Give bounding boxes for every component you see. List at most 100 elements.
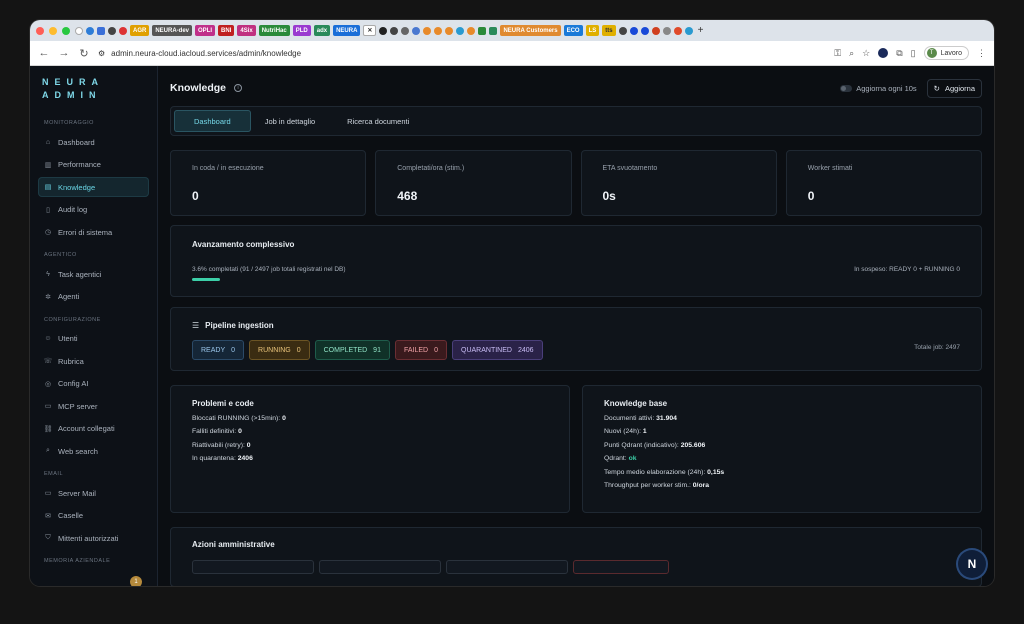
url-text[interactable]: admin.neura-cloud.iacloud.services/admin…: [111, 49, 301, 58]
browser-tab[interactable]: 4Six: [237, 25, 256, 36]
tab-ricerca-documenti[interactable]: Ricerca documenti: [339, 110, 427, 132]
sidebar-item-audit-log[interactable]: ▯ Audit log: [38, 200, 149, 220]
extension-neura-icon[interactable]: [878, 48, 889, 58]
auto-refresh-toggle[interactable]: Aggiorna ogni 10s: [840, 84, 917, 93]
sidebar-item-label: Task agentici: [58, 269, 102, 279]
tab-favicon-icon[interactable]: [684, 26, 693, 35]
sidebar-item-label: Server Mail: [58, 488, 96, 498]
tab-list-icon[interactable]: [75, 26, 83, 35]
sidebar-item-errori[interactable]: ◷ Errori di sistema: [38, 222, 149, 242]
row-label: Nuovi (24h):: [604, 428, 642, 435]
active-tab-close-icon[interactable]: ✕: [363, 25, 377, 36]
sidebar-item-rubrica[interactable]: ☏ Rubrica: [38, 351, 149, 371]
tab-favicon-icon[interactable]: [108, 26, 116, 35]
maximize-window-icon[interactable]: [62, 26, 70, 35]
assistant-fab[interactable]: N: [958, 550, 986, 578]
badge-ready[interactable]: READY 0: [192, 340, 245, 360]
badge-quarantined[interactable]: QUARANTINED 2406: [452, 340, 543, 360]
sidebar-item-server-mail[interactable]: ▭ Server Mail: [38, 483, 149, 503]
browser-tab[interactable]: adx: [313, 25, 331, 36]
tab-favicon-icon[interactable]: [412, 26, 421, 35]
badge-running[interactable]: RUNNING 0: [249, 340, 310, 360]
url-field[interactable]: ⚙ admin.neura-cloud.iacloud.services/adm…: [98, 49, 826, 58]
sidebar-item-utenti[interactable]: ☺ Utenti: [38, 329, 149, 349]
sidebar-item-dashboard[interactable]: ⌂ Dashboard: [38, 132, 149, 152]
tab-favicon-icon[interactable]: [456, 26, 465, 35]
tab-favicon-icon[interactable]: [651, 26, 660, 35]
browser-tab[interactable]: AGR: [130, 25, 150, 36]
toggle-switch[interactable]: [840, 85, 853, 93]
browser-tab[interactable]: NEURA-dev: [152, 25, 193, 36]
tab-favicon-icon[interactable]: [467, 26, 476, 35]
tab-favicon-icon[interactable]: [640, 26, 649, 35]
problems-title: Problemi e code: [192, 399, 254, 408]
tab-dashboard[interactable]: Dashboard: [174, 110, 251, 132]
tab-favicon-icon[interactable]: [662, 26, 671, 35]
logo-line-2: ADMIN: [42, 90, 102, 100]
main-content: Knowledge i Aggiorna ogni 10s ↻ Aggiorna …: [158, 66, 994, 586]
badge-completed[interactable]: COMPLETED 91: [314, 340, 390, 360]
tab-favicon-icon[interactable]: [119, 26, 127, 35]
info-icon[interactable]: i: [234, 84, 243, 92]
minimize-window-icon[interactable]: [49, 26, 57, 35]
browser-tab[interactable]: LS: [585, 25, 600, 36]
browser-tab[interactable]: tts: [602, 25, 616, 36]
tab-favicon-icon[interactable]: [390, 26, 399, 35]
zoom-icon[interactable]: ⌕: [849, 48, 854, 59]
sidebar-item-mittenti[interactable]: ⛉ Mittenti autorizzati: [38, 528, 149, 548]
notification-badge[interactable]: 1: [130, 576, 142, 586]
action-button[interactable]: [192, 560, 314, 574]
sidebar-item-agenti[interactable]: ✲ Agenti: [38, 287, 149, 307]
tab-favicon-icon[interactable]: [618, 26, 627, 35]
site-info-icon[interactable]: ⚙: [98, 49, 105, 58]
bookmark-star-icon[interactable]: ☆: [862, 48, 870, 59]
tab-favicon-icon[interactable]: [478, 26, 487, 35]
tab-favicon-icon[interactable]: [445, 26, 454, 35]
sidebar-item-account-collegati[interactable]: ⛓ Account collegati: [38, 419, 149, 439]
refresh-button[interactable]: ↻ Aggiorna: [926, 78, 982, 98]
key-icon[interactable]: ⚿: [834, 48, 841, 59]
sidebar-item-mcp-server[interactable]: ▭ MCP server: [38, 396, 149, 416]
tab-favicon-icon[interactable]: [673, 26, 682, 35]
kb-panel: Knowledge base Documenti attivi: 31.904 …: [582, 385, 982, 513]
pipeline-total: Totale job: 2497: [914, 344, 960, 351]
action-button[interactable]: [319, 560, 441, 574]
action-button[interactable]: [446, 560, 568, 574]
tab-favicon-icon[interactable]: [629, 26, 638, 35]
new-tab-icon[interactable]: +: [698, 25, 704, 36]
sidebar-item-knowledge[interactable]: ▤ Knowledge: [38, 177, 149, 197]
tab-favicon-icon[interactable]: [86, 26, 94, 35]
sidebar-item-web-search[interactable]: ⌕ Web search: [38, 441, 149, 461]
tab-job-in-dettaglio[interactable]: Job in dettaglio: [257, 110, 333, 132]
tab-bar: Dashboard Job in dettaglio Ricerca docum…: [170, 106, 982, 136]
browser-tab[interactable]: ECO: [563, 25, 583, 36]
tab-favicon-icon[interactable]: [489, 26, 498, 35]
sidebar-item-config-ai[interactable]: ◎ Config AI: [38, 374, 149, 394]
sidebar-item-performance[interactable]: ▥ Performance: [38, 155, 149, 175]
browser-tab[interactable]: PLD: [292, 25, 311, 36]
side-panel-icon[interactable]: ▯: [911, 48, 916, 59]
badge-failed[interactable]: FAILED 0: [394, 340, 447, 360]
browser-tab[interactable]: NEURA: [333, 25, 361, 36]
close-window-icon[interactable]: [36, 26, 44, 35]
browser-tab[interactable]: OPLI: [195, 25, 216, 36]
stat-label: Completati/ora (stim.): [397, 165, 465, 172]
browser-tab[interactable]: NutriHac: [258, 25, 290, 36]
tab-favicon-icon[interactable]: [401, 26, 410, 35]
mail-icon: ✉: [45, 512, 51, 520]
extensions-icon[interactable]: ⧉: [896, 48, 902, 59]
tab-favicon-icon[interactable]: [434, 26, 443, 35]
action-button-danger[interactable]: [573, 560, 669, 574]
browser-tab[interactable]: NEURA Customers: [500, 25, 561, 36]
tab-favicon-icon[interactable]: [379, 26, 388, 35]
back-icon[interactable]: ←: [38, 47, 50, 59]
sidebar-item-task-agentici[interactable]: ϟ Task agentici: [38, 264, 149, 284]
browser-tab[interactable]: BNI: [218, 25, 235, 36]
profile-button[interactable]: T Lavoro: [923, 46, 969, 60]
browser-menu-icon[interactable]: ⋮: [977, 48, 986, 59]
reload-icon[interactable]: ↻: [78, 47, 90, 60]
sidebar-item-caselle[interactable]: ✉ Caselle: [38, 506, 149, 526]
forward-icon[interactable]: →: [58, 47, 70, 59]
tab-favicon-icon[interactable]: [423, 26, 432, 35]
tab-favicon-icon[interactable]: [97, 26, 105, 35]
